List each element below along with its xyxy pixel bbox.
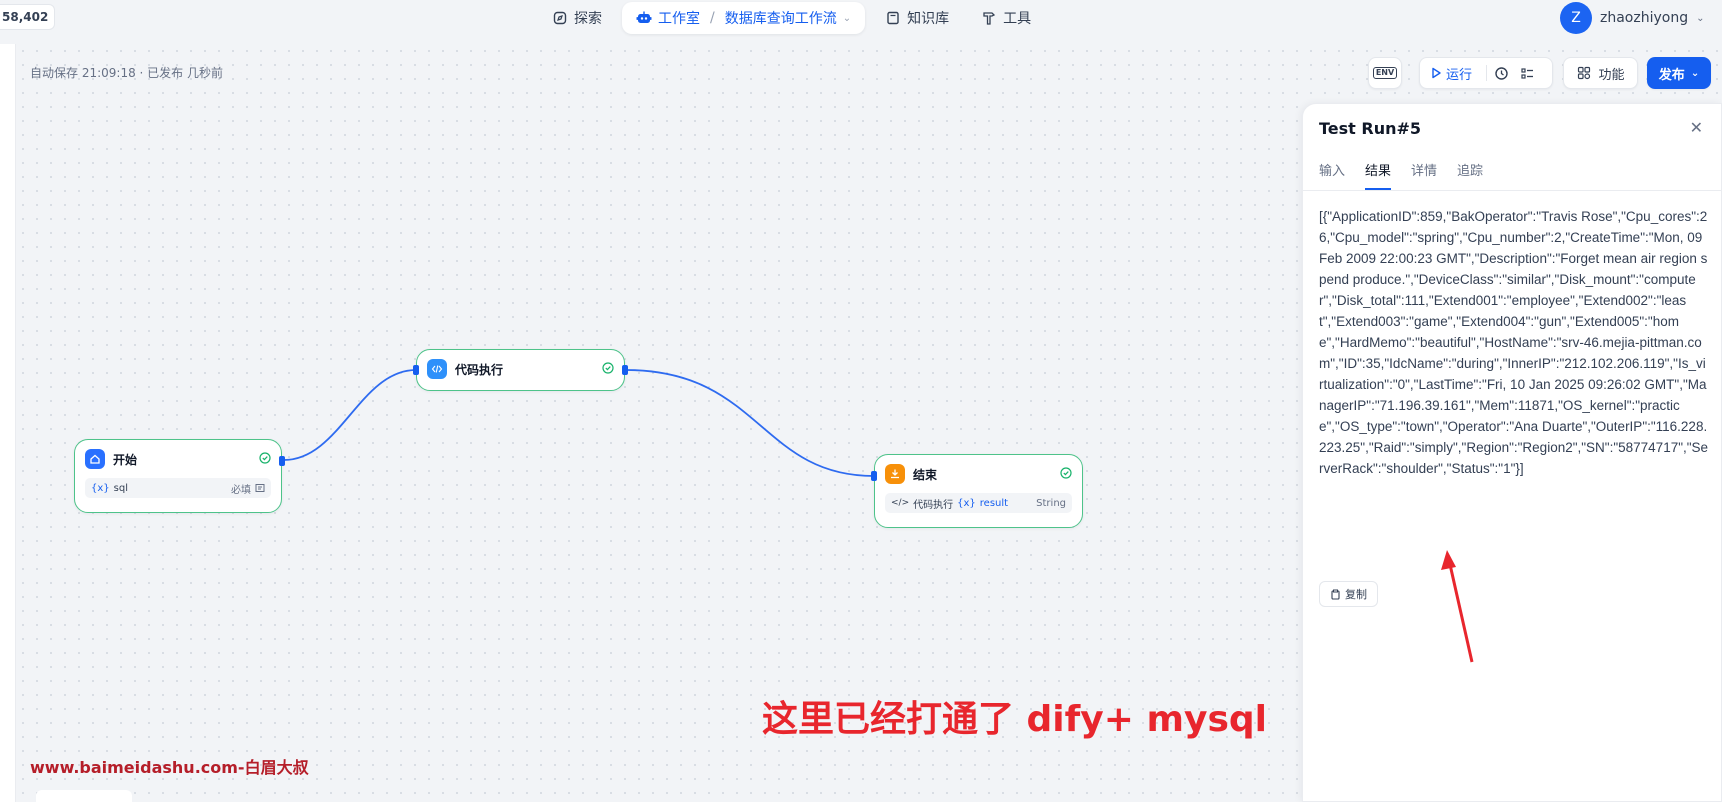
- tab-result[interactable]: 结果: [1365, 160, 1392, 190]
- copy-label: 复制: [1345, 588, 1367, 601]
- nav-tools-label: 工具: [1003, 11, 1032, 27]
- home-icon: [85, 449, 105, 469]
- features-label: 功能: [1598, 67, 1625, 83]
- history-icon[interactable]: [1493, 65, 1509, 81]
- node-title: 开始: [113, 452, 138, 467]
- panel-title: Test Run#5: [1319, 119, 1422, 138]
- main-nav: 探索 工作室 / 数据库查询工作流 ⌄ 知识库 工具: [540, 2, 1043, 34]
- publish-button[interactable]: 发布 ⌄: [1647, 57, 1711, 89]
- breadcrumb-separator: /: [710, 10, 715, 26]
- env-icon: ENV: [1372, 67, 1398, 79]
- test-run-panel: Test Run#5 ✕ 输入 结果 详情 追踪 [{"ApplicationI…: [1302, 103, 1722, 802]
- node-end[interactable]: 结束 </> 代码执行 {x} result String: [871, 454, 1083, 528]
- checklist-icon[interactable]: [1519, 65, 1535, 81]
- username[interactable]: zhaozhiyong: [1600, 10, 1688, 26]
- divider: [1486, 65, 1488, 81]
- source-node-name: 代码执行: [913, 499, 954, 511]
- env-button[interactable]: ENV: [1368, 57, 1402, 89]
- nav-explore-label: 探索: [574, 11, 602, 27]
- user-menu[interactable]: Z zhaozhiyong ⌄: [1560, 2, 1704, 34]
- compass-icon: [552, 10, 568, 26]
- nav-knowledge-label: 知识库: [907, 11, 950, 27]
- workflow-name[interactable]: 数据库查询工作流: [725, 8, 837, 28]
- left-sidebar-strip: [0, 44, 16, 802]
- variable-type: String: [1036, 497, 1066, 509]
- avatar[interactable]: Z: [1560, 2, 1592, 34]
- check-circle-icon: [259, 451, 271, 467]
- output-handle[interactable]: [622, 365, 628, 375]
- code-icon: [427, 359, 447, 379]
- nav-tools[interactable]: 工具: [969, 2, 1043, 34]
- minimap-tab: [36, 790, 132, 802]
- check-circle-icon: [602, 361, 614, 377]
- input-handle[interactable]: [871, 471, 877, 481]
- node-title: 代码执行: [455, 362, 504, 377]
- copy-button[interactable]: 复制: [1319, 581, 1378, 607]
- output-handle[interactable]: [279, 456, 285, 466]
- panel-tabs: 输入 结果 详情 追踪: [1319, 160, 1483, 190]
- code-icon: </>: [891, 498, 910, 508]
- node-header: 代码执行: [417, 350, 624, 388]
- tab-detail[interactable]: 详情: [1411, 160, 1437, 190]
- required-label: 必填: [231, 484, 251, 496]
- book-icon: [885, 10, 901, 26]
- node-header: 结束: [875, 455, 1082, 493]
- text-field-icon: [255, 484, 265, 492]
- node-start[interactable]: 开始 {x} sql 必填: [74, 439, 285, 513]
- node-title: 结束: [913, 467, 938, 482]
- nav-studio-label: 工作室: [658, 11, 700, 27]
- hammer-icon: [981, 10, 997, 26]
- node-header: 开始: [75, 440, 281, 478]
- play-icon: [1432, 67, 1441, 79]
- top-navigation: 58,402 探索 工作室 / 数据库查询工作流 ⌄ 知识库 工具 Z zhao…: [0, 0, 1722, 44]
- run-button[interactable]: 运行: [1426, 64, 1480, 83]
- variable-icon: {x}: [91, 482, 110, 494]
- variable-name: result: [979, 497, 1009, 509]
- chevron-down-icon[interactable]: ⌄: [1696, 13, 1704, 24]
- divider: [1303, 190, 1721, 191]
- clipboard-icon: [1331, 589, 1340, 600]
- result-output: [{"ApplicationID":859,"BakOperator":"Tra…: [1319, 209, 1709, 476]
- nav-studio[interactable]: 工作室 / 数据库查询工作流 ⌄: [622, 2, 866, 34]
- features-button[interactable]: 功能: [1563, 57, 1638, 89]
- autosave-status: 自动保存 21:09:18 · 已发布 几秒前: [30, 66, 223, 80]
- tab-trace[interactable]: 追踪: [1457, 160, 1483, 190]
- node-code[interactable]: 代码执行: [413, 349, 628, 391]
- variable-name: sql: [113, 482, 128, 494]
- chevron-down-icon: ⌄: [1690, 67, 1700, 79]
- annotation-headline: 这里已经打通了 dify+ mysql: [762, 699, 1267, 740]
- robot-icon: [636, 10, 652, 26]
- grid-icon: [1576, 65, 1592, 81]
- run-label: 运行: [1446, 67, 1473, 83]
- close-icon[interactable]: ✕: [1690, 118, 1703, 137]
- tab-input[interactable]: 输入: [1319, 160, 1345, 190]
- nav-knowledge[interactable]: 知识库: [873, 2, 961, 34]
- watermark-text: www.baimeidashu.com-白眉大叔: [30, 758, 309, 777]
- input-variable-row: {x} sql 必填: [85, 478, 271, 498]
- counter-badge: 58,402: [0, 4, 56, 30]
- publish-label: 发布: [1658, 67, 1685, 83]
- chevron-down-icon[interactable]: ⌄: [843, 13, 851, 24]
- check-circle-icon: [1060, 466, 1072, 482]
- run-toolbar: 运行: [1419, 57, 1553, 89]
- variable-icon: {x}: [957, 497, 976, 509]
- end-flag-icon: [885, 464, 905, 484]
- required-indicator: 必填: [231, 481, 265, 496]
- output-variable-row: </> 代码执行 {x} result String: [885, 493, 1072, 513]
- nav-explore[interactable]: 探索: [540, 2, 614, 34]
- input-handle[interactable]: [413, 365, 419, 375]
